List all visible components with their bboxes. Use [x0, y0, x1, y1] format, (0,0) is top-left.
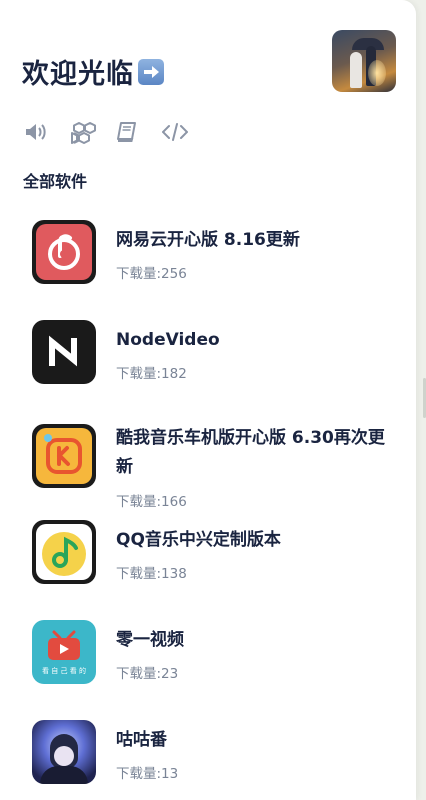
download-count: 下载量:138	[116, 566, 187, 582]
icon-caption: 看 自 己 看 的	[42, 667, 86, 675]
right-arrow-emoji-icon	[138, 58, 164, 85]
app-name: 咕咕番	[116, 730, 167, 750]
gugufan-anime-icon	[32, 720, 96, 784]
list-item[interactable]: 网易云开心版 8.16更新 下载量:256	[32, 220, 392, 290]
header: 欢迎光临	[22, 30, 396, 108]
qq-music-icon	[32, 520, 96, 584]
welcome-title: 欢迎光临	[22, 52, 164, 91]
welcome-text: 欢迎光临	[22, 59, 134, 90]
list-item[interactable]: 咕咕番 下载量:13	[32, 720, 392, 790]
list-item[interactable]: 酷我音乐车机版开心版 6.30再次更新 下载量:166	[32, 418, 392, 510]
video-tv-icon: 看 自 己 看 的	[32, 620, 96, 684]
download-count: 下载量:182	[116, 366, 187, 382]
download-count: 下载量:23	[116, 666, 179, 682]
download-count: 下载量:13	[116, 766, 179, 782]
list-item[interactable]: QQ音乐中兴定制版本 下载量:138	[32, 520, 392, 590]
app-name: 网易云开心版 8.16更新	[116, 230, 300, 250]
speaker-icon[interactable]	[24, 118, 70, 146]
app-name: 酷我音乐车机版开心版 6.30再次更新	[116, 428, 385, 477]
netease-music-icon	[32, 220, 96, 284]
list-item[interactable]: 看 自 己 看 的 零一视频 下载量:23	[32, 620, 392, 690]
cubes-icon[interactable]	[70, 118, 116, 146]
app-name: NodeVideo	[116, 330, 220, 350]
list-item[interactable]: NodeVideo 下载量:182	[32, 320, 392, 390]
avatar[interactable]	[332, 30, 396, 92]
nodevideo-icon	[32, 320, 96, 384]
kuwo-music-icon	[32, 424, 96, 488]
app-name: QQ音乐中兴定制版本	[116, 530, 281, 550]
download-count: 下载量:166	[116, 494, 187, 510]
code-icon[interactable]	[162, 118, 208, 146]
app-name: 零一视频	[116, 630, 184, 650]
book-icon[interactable]	[116, 118, 162, 146]
toolbar	[24, 118, 208, 146]
download-count: 下载量:256	[116, 266, 187, 282]
main-panel: 欢迎光临 全部软件 网易云开心版 8.16更新 下载量:256 NodeVide…	[0, 0, 416, 800]
section-title: 全部软件	[23, 172, 88, 191]
